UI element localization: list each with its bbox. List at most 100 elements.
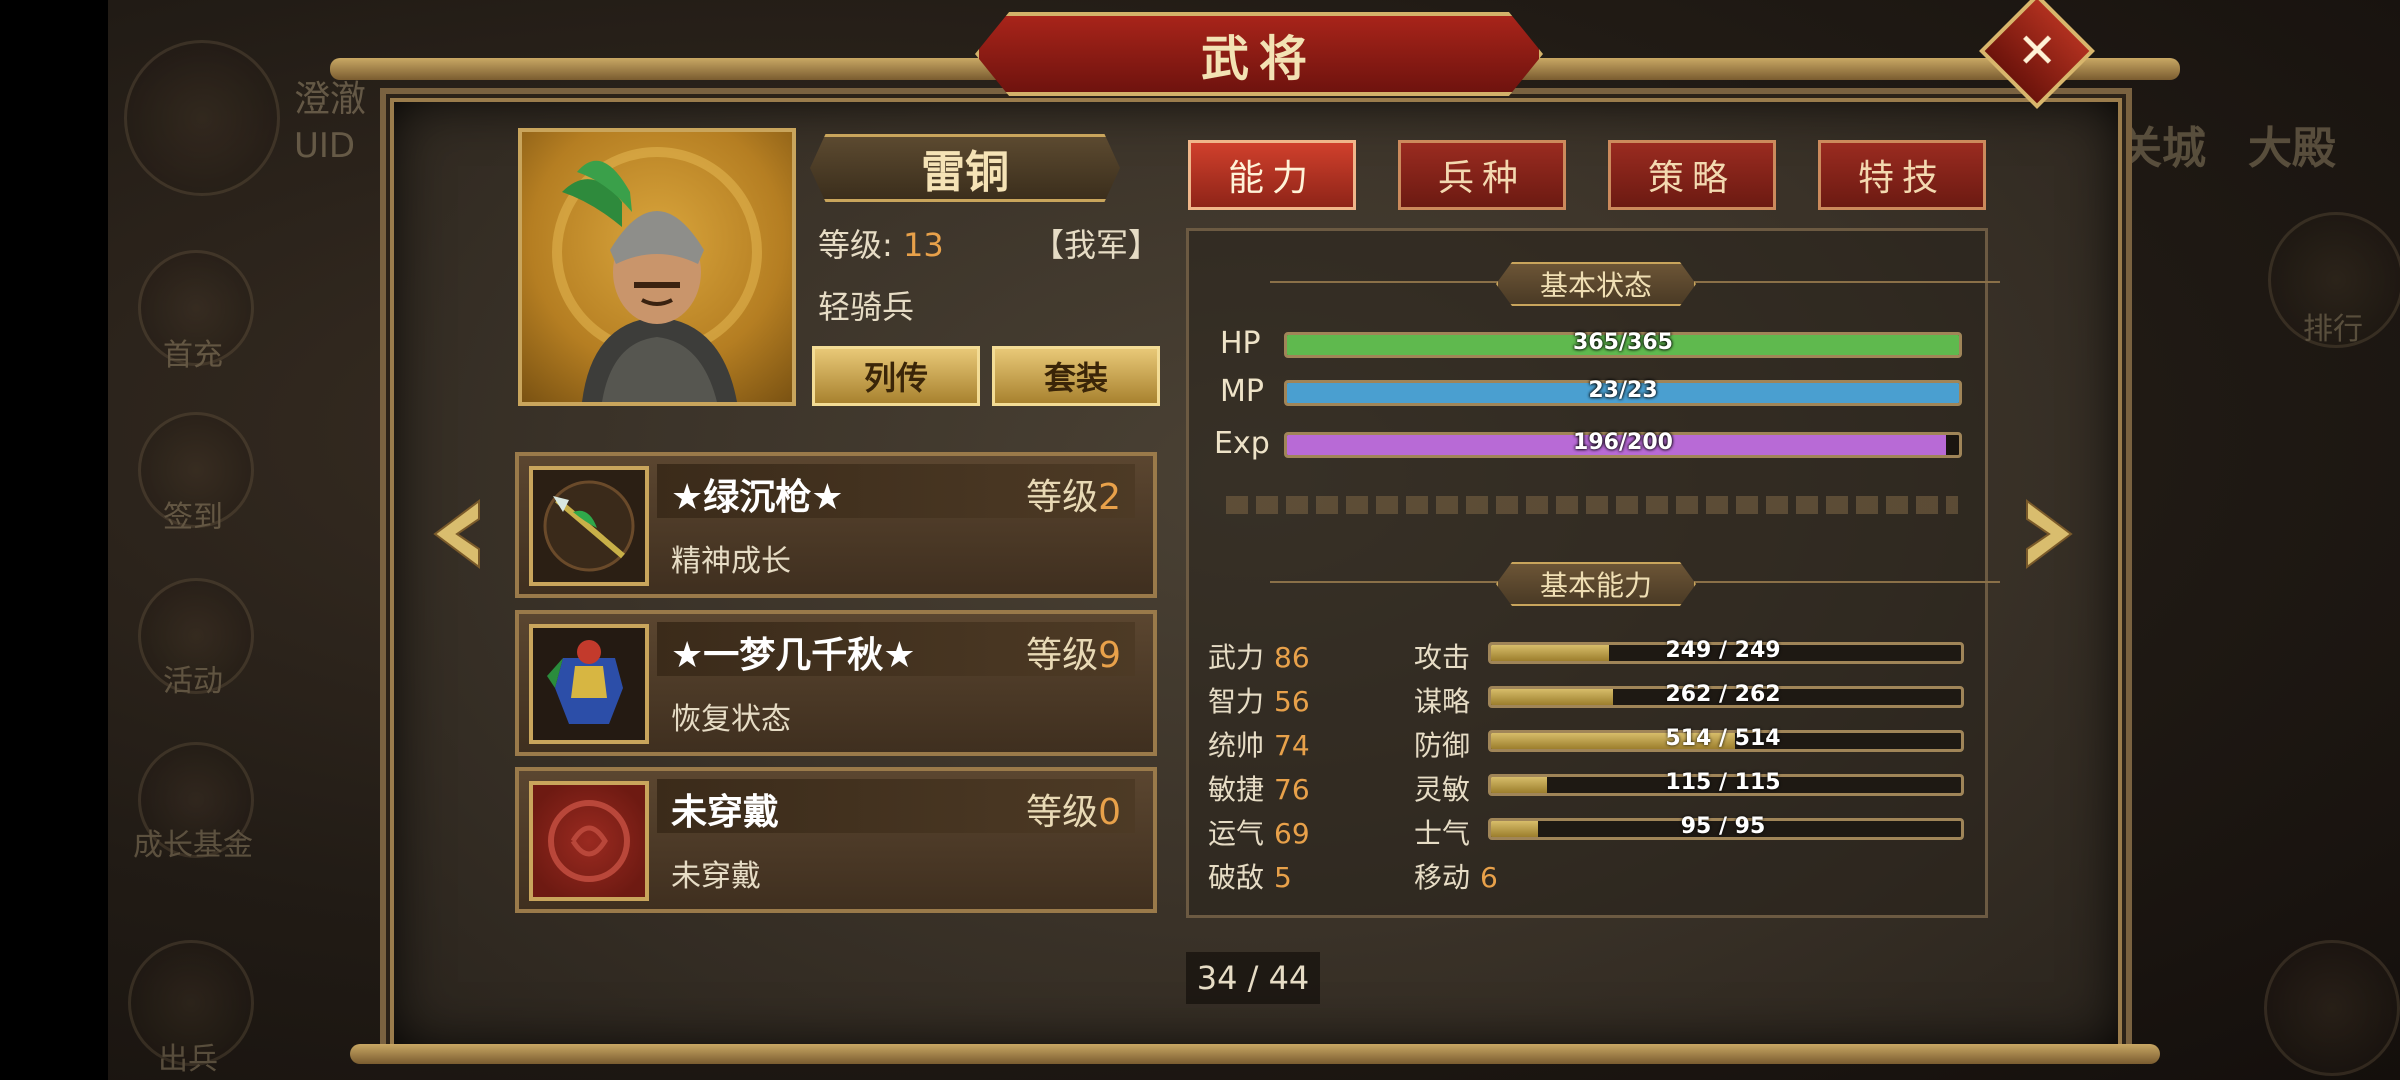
biography-button[interactable]: 列传 (812, 346, 980, 406)
equipment-desc: 恢复状态 (671, 702, 791, 737)
equipment-slot-weapon[interactable]: ★绿沉枪★ 等级2 精神成长 (515, 452, 1157, 598)
combat-strategy-label: 谋略 (1414, 685, 1471, 718)
player-avatar (124, 40, 280, 196)
spear-graphic (543, 480, 635, 572)
equipment-level-label: 等级 (1026, 477, 1099, 518)
attr-force: 武力 86 (1208, 636, 1310, 676)
hp-value: 365/365 (1573, 330, 1673, 355)
attr-agility: 敏捷 76 (1208, 768, 1310, 808)
combat-move: 移动 6 (1414, 856, 1498, 896)
equipment-set-button[interactable]: 套装 (992, 346, 1160, 406)
panel-bottom-rail (350, 1044, 2160, 1064)
attr-luck: 运气 69 (1208, 812, 1310, 852)
hp-label: HP (1220, 326, 1261, 361)
next-general-button[interactable] (2020, 494, 2080, 574)
attr-command: 统帅 74 (1208, 724, 1310, 764)
attr-label: 敏捷 (1208, 773, 1265, 806)
warrior-portrait-icon (552, 147, 762, 402)
armor-icon (529, 624, 649, 744)
general-name-plate: 雷铜 (810, 134, 1120, 202)
chevron-left-icon (433, 499, 480, 569)
tab-troops[interactable]: 兵种 (1398, 140, 1566, 210)
combat-defense-value: 514 / 514 (1665, 726, 1781, 751)
combat-attack-value: 249 / 249 (1665, 638, 1781, 663)
close-icon: ✕ (2016, 23, 2058, 79)
move-value: 6 (1480, 861, 1498, 894)
equipment-header: ★一梦几千秋★ 等级9 (657, 622, 1135, 676)
menu-ranking-label: 排行 (2303, 312, 2363, 347)
exp-label: Exp (1214, 426, 1270, 461)
combat-defense-label: 防御 (1414, 729, 1471, 762)
attr-value: 56 (1274, 685, 1310, 718)
spear-icon (529, 466, 649, 586)
menu-dispatch-label: 出兵 (158, 1042, 218, 1077)
mp-value: 23/23 (1588, 378, 1658, 403)
mp-label: MP (1220, 374, 1264, 409)
combat-strategy-value: 262 / 262 (1665, 682, 1781, 707)
equipment-header: ★绿沉枪★ 等级2 (657, 464, 1135, 518)
equipment-slot-armor[interactable]: ★一梦几千秋★ 等级9 恢复状态 (515, 610, 1157, 756)
armor-graphic (533, 628, 645, 740)
decorative-border (1226, 496, 1958, 514)
page-indicator: 34 / 44 (1186, 952, 1320, 1004)
menu-sign-in-label: 签到 (163, 500, 223, 535)
panel-title: 武将 (1200, 31, 1317, 87)
equipment-desc: 精神成长 (671, 544, 791, 579)
tab-special-skill[interactable]: 特技 (1818, 140, 1986, 210)
general-level: 等级: 13 (818, 220, 944, 266)
title-banner: 武将 (975, 12, 1543, 96)
equipment-level-value: 2 (1098, 477, 1121, 518)
equipment-level-value: 0 (1098, 792, 1121, 833)
attr-label: 武力 (1208, 641, 1265, 674)
level-value: 13 (902, 226, 944, 264)
section-title-basic-ability: 基本能力 (1496, 562, 1696, 606)
exp-value: 196/200 (1573, 430, 1673, 455)
tab-ability[interactable]: 能力 (1188, 140, 1356, 210)
attr-label: 破敌 (1208, 861, 1265, 894)
equipment-header: 未穿戴 等级0 (657, 779, 1135, 833)
equipment-level: 等级0 (1026, 783, 1121, 835)
attr-value: 69 (1274, 817, 1310, 850)
attr-intelligence: 智力 56 (1208, 680, 1310, 720)
move-label: 移动 (1414, 861, 1471, 894)
bg-tab-palace: 大殿 (2248, 123, 2336, 174)
chevron-right-icon (2026, 499, 2073, 569)
equipment-name: 未穿戴 (671, 792, 780, 833)
prev-general-button[interactable] (426, 494, 486, 574)
general-name: 雷铜 (921, 147, 1009, 198)
equipment-level-label: 等级 (1026, 792, 1099, 833)
attr-value: 74 (1274, 729, 1310, 762)
empty-slot-icon (529, 781, 649, 901)
general-portrait (518, 128, 796, 406)
equipment-name: ★一梦几千秋★ (671, 635, 916, 676)
attr-breakthrough: 破敌 5 (1208, 856, 1292, 896)
equipment-desc: 未穿戴 (671, 859, 761, 894)
menu-more (2264, 940, 2400, 1076)
attr-label: 统帅 (1208, 729, 1265, 762)
level-label: 等级: (818, 226, 893, 264)
menu-growth-fund-label: 成长基金 (133, 828, 253, 863)
section-title-basic-status: 基本状态 (1496, 262, 1696, 306)
equipment-slot-empty[interactable]: 未穿戴 等级0 未穿戴 (515, 767, 1157, 913)
attr-label: 智力 (1208, 685, 1265, 718)
attr-value: 76 (1274, 773, 1310, 806)
combat-morale-value: 95 / 95 (1680, 814, 1766, 839)
general-unit-type: 轻骑兵 (818, 288, 915, 326)
combat-morale-label: 士气 (1414, 817, 1471, 850)
equipment-level-value: 9 (1098, 635, 1121, 676)
general-faction: 【我军】 (1032, 226, 1161, 264)
equipment-level: 等级2 (1026, 468, 1121, 520)
combat-agility-value: 115 / 115 (1665, 770, 1781, 795)
tab-strategy[interactable]: 策略 (1608, 140, 1776, 210)
attr-value: 86 (1274, 641, 1310, 674)
equipment-level-label: 等级 (1026, 635, 1099, 676)
combat-attack-label: 攻击 (1414, 641, 1471, 674)
attr-label: 运气 (1208, 817, 1265, 850)
equipment-level: 等级9 (1026, 626, 1121, 678)
equipment-name: ★绿沉枪★ (671, 477, 844, 518)
player-uid: UID (294, 126, 356, 166)
menu-activity-label: 活动 (163, 664, 223, 699)
combat-agility-label: 灵敏 (1414, 773, 1471, 806)
attr-value: 5 (1274, 861, 1292, 894)
empty-slot-emblem (548, 800, 630, 882)
